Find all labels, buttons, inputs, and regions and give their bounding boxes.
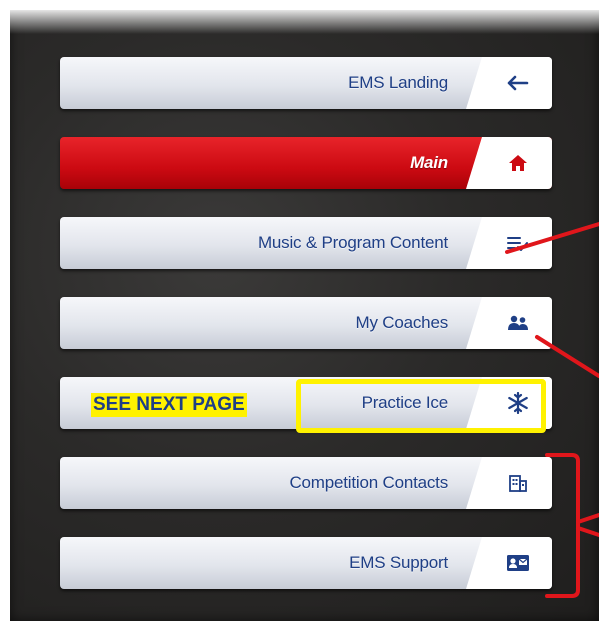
nav-item-label: EMS Support bbox=[349, 553, 448, 572]
home-icon bbox=[506, 151, 530, 175]
checklist-icon bbox=[506, 231, 530, 255]
nav-item-ems-support[interactable]: EMS Support bbox=[60, 537, 552, 589]
nav-item-competition-contacts[interactable]: Competition Contacts bbox=[60, 457, 552, 509]
contact-card-icon bbox=[506, 551, 530, 575]
nav-item-label: Main bbox=[410, 153, 448, 172]
nav-item-label: Competition Contacts bbox=[289, 473, 448, 492]
people-icon bbox=[506, 311, 530, 335]
nav-item-ems-landing[interactable]: EMS Landing bbox=[60, 57, 552, 109]
nav-item-my-coaches[interactable]: My Coaches bbox=[60, 297, 552, 349]
nav-item-label: My Coaches bbox=[355, 313, 449, 332]
arrow-left-icon bbox=[506, 71, 530, 95]
see-next-page-note: SEE NEXT PAGE bbox=[91, 393, 247, 417]
nav-item-music-program-content[interactable]: Music & Program Content bbox=[60, 217, 552, 269]
nav-item-label: Music & Program Content bbox=[257, 233, 448, 252]
nav-item-label: EMS Landing bbox=[348, 73, 448, 92]
snowflake-icon bbox=[506, 391, 530, 415]
building-icon bbox=[506, 471, 530, 495]
nav-item-label: Practice Ice bbox=[361, 393, 449, 412]
nav-item-main[interactable]: Main bbox=[60, 137, 552, 189]
panel-top-shade bbox=[10, 10, 599, 34]
